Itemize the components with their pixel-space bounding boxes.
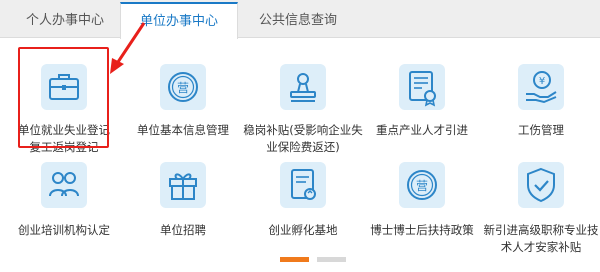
stamp-ying-icon: 营 xyxy=(160,64,206,110)
service-phd-postdoc-policy[interactable]: 营 博士博士后扶持政策 xyxy=(362,160,482,239)
pager-dot-1[interactable] xyxy=(280,257,309,262)
certificate-icon xyxy=(399,64,445,110)
service-incubation-base[interactable]: 创业孵化基地 xyxy=(243,160,363,239)
service-label: 稳岗补贴(受影响企业失 业保险费返还) xyxy=(243,123,363,154)
service-label: 博士博士后扶持政策 xyxy=(370,223,474,237)
service-label: 单位基本信息管理 xyxy=(137,123,229,137)
service-label: 创业孵化基地 xyxy=(268,223,338,237)
stamp-ying-icon: 营 xyxy=(399,162,445,208)
service-unit-recruitment[interactable]: 单位招聘 xyxy=(123,160,243,239)
gift-icon xyxy=(160,162,206,208)
svg-text:¥: ¥ xyxy=(539,76,545,87)
seal-icon xyxy=(280,64,326,110)
service-key-industry-talent[interactable]: 重点产业人才引进 xyxy=(362,62,482,139)
red-arrow-icon xyxy=(110,22,146,74)
service-label: 单位招聘 xyxy=(160,223,206,237)
pager-dot-2[interactable] xyxy=(317,257,346,262)
carousel-pager xyxy=(280,257,350,263)
service-job-stabilization-subsidy[interactable]: 稳岗补贴(受影响企业失 业保险费返还) xyxy=(243,62,363,156)
service-entrepreneurship-training-institution[interactable]: 创业培训机构认定 xyxy=(4,160,124,239)
people-icon xyxy=(41,162,87,208)
service-work-injury-management[interactable]: ¥ 工伤管理 xyxy=(481,62,600,139)
svg-text:营: 营 xyxy=(177,81,189,95)
service-label: 新引进高级职称专业技 术人才安家补贴 xyxy=(483,223,599,254)
tab-public-info[interactable]: 公共信息查询 xyxy=(238,4,358,38)
service-label: 重点产业人才引进 xyxy=(376,123,468,137)
document-refresh-icon xyxy=(280,162,326,208)
shield-check-icon xyxy=(518,162,564,208)
hand-yen-icon: ¥ xyxy=(518,64,564,110)
svg-text:营: 营 xyxy=(416,179,428,193)
service-label: 工伤管理 xyxy=(518,123,564,137)
tab-bar: 个人办事中心 单位办事中心 公共信息查询 xyxy=(0,0,600,39)
highlight-box xyxy=(18,47,109,148)
tab-personal-services[interactable]: 个人办事中心 xyxy=(10,4,120,38)
service-senior-talent-housing-subsidy[interactable]: 新引进高级职称专业技 术人才安家补贴 xyxy=(481,160,600,256)
service-label: 创业培训机构认定 xyxy=(18,223,110,237)
